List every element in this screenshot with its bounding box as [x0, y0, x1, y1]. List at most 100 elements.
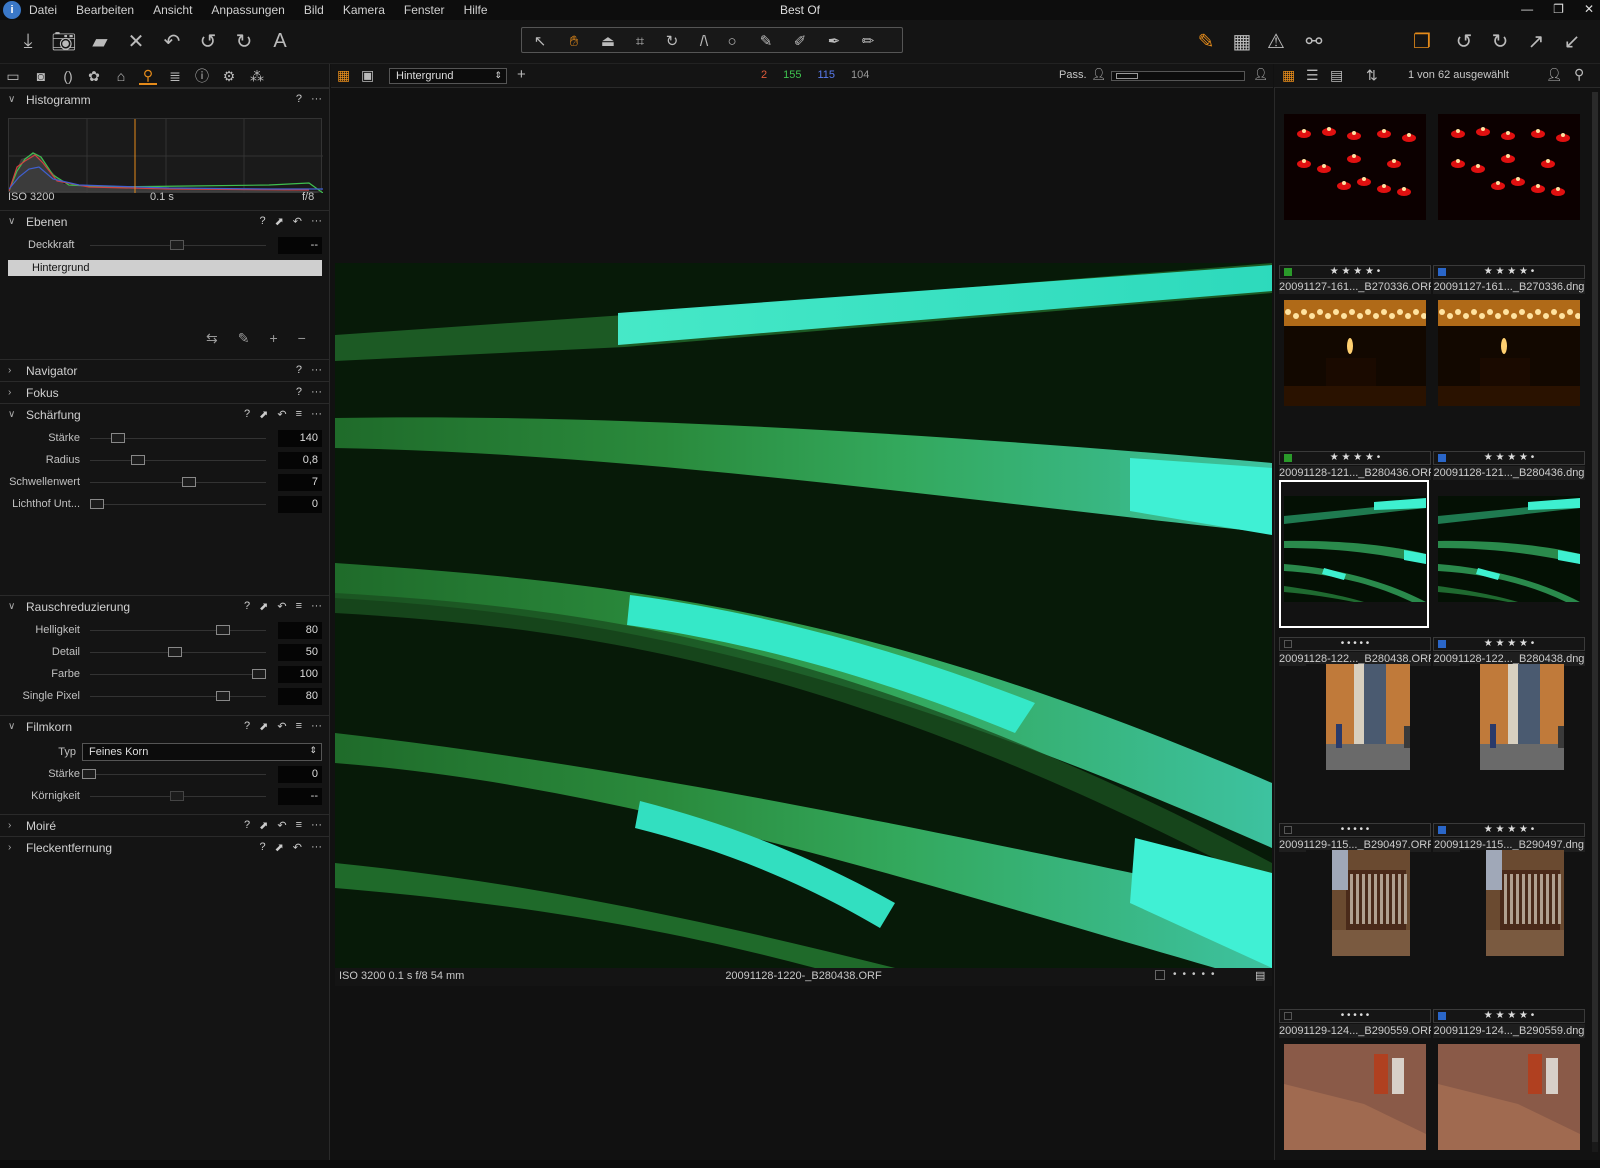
rating-stars[interactable]: ★ ★ ★ ★ •: [1484, 266, 1534, 277]
thumbnail-image[interactable]: [1438, 1044, 1580, 1150]
camera-icon[interactable]: 📷︎: [50, 28, 78, 54]
reset-icon[interactable]: ↶: [158, 28, 186, 54]
list-view-icon[interactable]: ☰: [1306, 67, 1319, 84]
reset-icon[interactable]: ↶: [293, 841, 302, 854]
undo-icon[interactable]: ↺: [194, 28, 222, 54]
thumbnail-image[interactable]: [1438, 300, 1580, 406]
thumbnail-cell[interactable]: • • • • • 20091129-124..._B290559.ORF: [1279, 850, 1431, 1038]
library-tab-icon[interactable]: ▭: [4, 67, 22, 85]
text-tool-icon[interactable]: A: [266, 28, 294, 54]
help-icon[interactable]: ?: [259, 841, 265, 854]
grid-icon[interactable]: ▦: [1228, 28, 1256, 54]
noise-slider-thumb[interactable]: [168, 647, 182, 657]
noise-slider-thumb[interactable]: [216, 625, 230, 635]
thumbnail-cell[interactable]: • • • • • 20091129-115..._B290497.ORF: [1279, 664, 1431, 852]
more-icon[interactable]: ···: [311, 841, 322, 854]
reset-icon[interactable]: ↶: [293, 215, 302, 228]
reset-icon[interactable]: ↶: [277, 408, 286, 421]
sharpening-slider-thumb[interactable]: [90, 499, 104, 509]
grain-strength-track[interactable]: [90, 774, 266, 775]
noise-slider-thumb[interactable]: [216, 691, 230, 701]
section-focus[interactable]: › Fokus ? ···: [0, 381, 330, 403]
color-tag[interactable]: [1438, 640, 1446, 648]
output-tab-icon[interactable]: ⚙: [220, 67, 238, 85]
thumbnail-image[interactable]: [1460, 850, 1564, 990]
grain-granularity-value[interactable]: --: [278, 788, 322, 805]
reset-icon[interactable]: ↶: [277, 720, 286, 733]
thumbnail-cell[interactable]: ★ ★ ★ ★ • 20091128-121..._B280436.ORF: [1279, 294, 1431, 480]
remove-layer-icon[interactable]: −: [298, 330, 306, 347]
opacity-value[interactable]: --: [278, 237, 322, 254]
eraser-icon[interactable]: ✐: [786, 28, 814, 54]
sharpening-slider-thumb[interactable]: [111, 433, 125, 443]
maximize-icon[interactable]: ❐: [1553, 2, 1564, 16]
noise-value[interactable]: 100: [278, 666, 322, 683]
more-icon[interactable]: ···: [311, 720, 322, 733]
search-icon[interactable]: ⚲: [1574, 66, 1584, 83]
sharpening-track[interactable]: [90, 504, 266, 505]
help-icon[interactable]: ?: [244, 408, 250, 421]
pop-out-icon[interactable]: ⬈: [259, 408, 268, 421]
menu-bearbeiten[interactable]: Bearbeiten: [76, 3, 134, 17]
sharpening-slider-thumb[interactable]: [182, 477, 196, 487]
pass-slider[interactable]: [1111, 71, 1245, 81]
section-histogram[interactable]: ∨ Histogramm ? ···: [0, 88, 330, 110]
thumbnail-image[interactable]: [1284, 496, 1426, 602]
scrollbar-thumb[interactable]: [1592, 92, 1598, 1142]
color-tag[interactable]: [1284, 826, 1292, 834]
crop-icon[interactable]: ⌗: [626, 28, 654, 54]
menu-datei[interactable]: Datei: [29, 3, 57, 17]
menu-fenster[interactable]: Fenster: [404, 3, 445, 17]
thumbnail-image[interactable]: [1306, 850, 1410, 990]
noise-value[interactable]: 80: [278, 688, 322, 705]
color-tag[interactable]: [1284, 640, 1292, 648]
more-icon[interactable]: ···: [311, 93, 322, 105]
help-icon[interactable]: ?: [244, 600, 250, 613]
more-icon[interactable]: ···: [311, 386, 322, 398]
reset-icon[interactable]: ↶: [277, 600, 286, 613]
grid-view-icon[interactable]: ▦: [1282, 67, 1295, 84]
color-tag[interactable]: [1284, 454, 1292, 462]
details-tab-icon[interactable]: ⚲: [139, 67, 157, 85]
thumbnail-cell[interactable]: [1433, 1038, 1585, 1168]
pop-out-icon[interactable]: ⬈: [259, 600, 268, 613]
thumbnail-cell[interactable]: ★ ★ ★ ★ • 20091128-121..._B280436.dng: [1433, 294, 1585, 480]
single-view-icon[interactable]: ▣: [361, 67, 374, 84]
thumbnail-image[interactable]: [1438, 496, 1580, 602]
section-moire[interactable]: › Moiré ? ⬈ ↶ ≡ ···: [0, 814, 330, 836]
more-icon[interactable]: ···: [311, 408, 322, 421]
color-tag[interactable]: [1438, 1012, 1446, 1020]
presets-icon[interactable]: ≡: [296, 408, 302, 421]
pass-slider-thumb[interactable]: [1116, 73, 1138, 79]
sharpening-value[interactable]: 140: [278, 430, 322, 447]
swap-icon[interactable]: ⇆: [206, 330, 218, 347]
section-layers[interactable]: ∨ Ebenen ? ⬈ ↶ ···: [0, 210, 330, 232]
color-tag[interactable]: [1438, 454, 1446, 462]
add-layer-icon[interactable]: +: [517, 66, 526, 83]
note-icon[interactable]: ▤: [1255, 969, 1265, 982]
noise-value[interactable]: 80: [278, 622, 322, 639]
help-icon[interactable]: ?: [244, 720, 250, 733]
export-folder-icon[interactable]: ▰: [86, 28, 114, 54]
brush-icon[interactable]: ✎: [752, 28, 780, 54]
minimize-icon[interactable]: —: [1521, 2, 1533, 16]
grain-granularity-thumb[interactable]: [170, 791, 184, 801]
help-icon[interactable]: ?: [296, 93, 302, 105]
grain-type-select[interactable]: Feines Korn ⇕: [82, 743, 322, 761]
grain-strength-value[interactable]: 0: [278, 766, 322, 783]
pan-hand-icon[interactable]: ✋︎: [560, 28, 588, 54]
thumbnail-image[interactable]: [1284, 1044, 1426, 1150]
section-spot-removal[interactable]: › Fleckentfernung ? ⬈ ↶ ···: [0, 836, 330, 858]
rating-stars[interactable]: ★ ★ ★ ★ •: [1484, 638, 1534, 649]
help-icon[interactable]: ?: [259, 215, 265, 228]
close-window-icon[interactable]: ✕: [1584, 2, 1594, 16]
edit-mask-icon[interactable]: ✎: [1192, 28, 1220, 54]
more-icon[interactable]: ···: [311, 215, 322, 228]
grain-strength-thumb[interactable]: [82, 769, 96, 779]
section-noise-reduction[interactable]: ∨ Rauschreduzierung ? ⬈ ↶ ≡ ···: [0, 595, 330, 617]
pop-out-icon[interactable]: ⬈: [275, 215, 284, 228]
section-film-grain[interactable]: ∨ Filmkorn ? ⬈ ↶ ≡ ···: [0, 715, 330, 737]
rating-stars[interactable]: ★ ★ ★ ★ •: [1484, 452, 1534, 463]
section-navigator[interactable]: › Navigator ? ···: [0, 359, 330, 381]
reset-icon[interactable]: ↶: [277, 819, 286, 832]
